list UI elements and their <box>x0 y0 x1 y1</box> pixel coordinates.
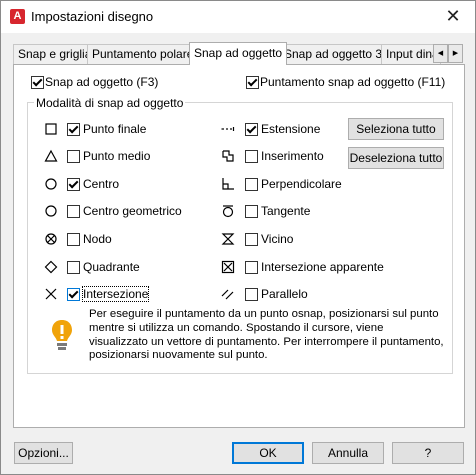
triangle-midpoint-icon <box>44 149 58 162</box>
tab-object-snap[interactable]: Snap ad oggetto <box>189 42 287 65</box>
tangent-checkbox[interactable] <box>245 205 258 218</box>
help-button[interactable]: ? <box>392 442 464 464</box>
osnap-tracking-label: Puntamento snap ad oggetto (F11) <box>260 75 446 89</box>
dashes-extension-icon <box>221 127 235 131</box>
tracking-info-text: Per eseguire il puntamento da un punto o… <box>89 308 444 362</box>
tab-dynamic-input[interactable]: Input dinam <box>381 44 441 64</box>
dialog-title: Impostazioni disegno <box>31 9 154 24</box>
perpendicular-checkbox[interactable] <box>245 178 258 191</box>
endpoint-label: Punto finale <box>83 122 147 136</box>
x-intersection-icon <box>45 288 57 300</box>
geometric-center-checkbox[interactable] <box>67 205 80 218</box>
options-button[interactable]: Opzioni... <box>14 442 73 464</box>
tab-scroll-right-icon[interactable]: ▶ <box>448 44 463 63</box>
node-checkbox[interactable] <box>67 233 80 246</box>
geometric-center-label: Centro geometrico <box>83 204 182 218</box>
square-endpoint-icon <box>45 123 57 135</box>
tab-3d-object-snap[interactable]: Snap ad oggetto 3D <box>279 44 389 64</box>
midpoint-checkbox[interactable] <box>67 150 80 163</box>
parallel-checkbox[interactable] <box>245 288 258 301</box>
midpoint-label: Punto medio <box>83 149 151 163</box>
extension-label: Estensione <box>261 122 321 136</box>
quadrant-checkbox[interactable] <box>67 261 80 274</box>
insertion-label: Inserimento <box>261 149 324 163</box>
title-bar: A Impostazioni disegno ✕ <box>1 1 475 33</box>
endpoint-checkbox[interactable] <box>67 123 80 136</box>
hourglass-nearest-icon <box>221 233 235 245</box>
snap-modes-group-title: Modalità di snap ad oggetto <box>34 96 186 110</box>
diamond-quadrant-icon <box>44 260 58 274</box>
intersection-label: Intersezione <box>81 286 150 302</box>
perpendicular-label: Perpendicolare <box>261 177 342 191</box>
lightbulb-info-icon <box>52 320 72 350</box>
extension-checkbox[interactable] <box>245 123 258 136</box>
center-label: Centro <box>83 177 120 191</box>
close-icon[interactable]: ✕ <box>441 5 465 27</box>
tab-scroll-left-icon[interactable]: ◀ <box>433 44 448 63</box>
osnap-on-checkbox[interactable] <box>31 76 44 89</box>
insertion-checkbox[interactable] <box>245 150 258 163</box>
apparent-intersection-checkbox[interactable] <box>245 261 258 274</box>
deselect-all-button[interactable]: Deseleziona tutto <box>348 147 444 169</box>
osnap-tracking-checkbox[interactable] <box>246 76 259 89</box>
circle-geometric-center-icon <box>45 205 57 217</box>
tab-polar-tracking[interactable]: Puntamento polare <box>87 44 197 64</box>
autocad-app-icon: A <box>10 9 25 24</box>
insertion-icon <box>222 150 234 162</box>
tangent-icon <box>222 205 234 218</box>
cancel-button[interactable]: Annulla <box>312 442 384 464</box>
tangent-label: Tangente <box>261 204 311 218</box>
circle-center-icon <box>45 178 57 190</box>
apparent-intersection-icon <box>221 260 235 274</box>
ok-button[interactable]: OK <box>232 442 304 464</box>
select-all-button[interactable]: Seleziona tutto <box>348 118 444 140</box>
drawing-settings-dialog: A Impostazioni disegno ✕ Snap e griglia … <box>0 0 476 475</box>
parallel-icon <box>221 289 234 300</box>
apparent-intersection-label: Intersezione apparente <box>261 260 384 274</box>
node-icon <box>45 233 57 245</box>
perpendicular-icon <box>222 178 234 190</box>
intersection-checkbox[interactable] <box>67 288 80 301</box>
nearest-label: Vicino <box>261 232 294 246</box>
tab-strip: Snap e griglia Puntamento polare Snap ad… <box>13 42 465 65</box>
tab-snap-grid[interactable]: Snap e griglia <box>13 44 89 64</box>
center-checkbox[interactable] <box>67 178 80 191</box>
parallel-label: Parallelo <box>261 287 308 301</box>
node-label: Nodo <box>83 232 112 246</box>
osnap-on-label: Snap ad oggetto (F3) <box>45 75 159 89</box>
nearest-checkbox[interactable] <box>245 233 258 246</box>
quadrant-label: Quadrante <box>83 260 140 274</box>
